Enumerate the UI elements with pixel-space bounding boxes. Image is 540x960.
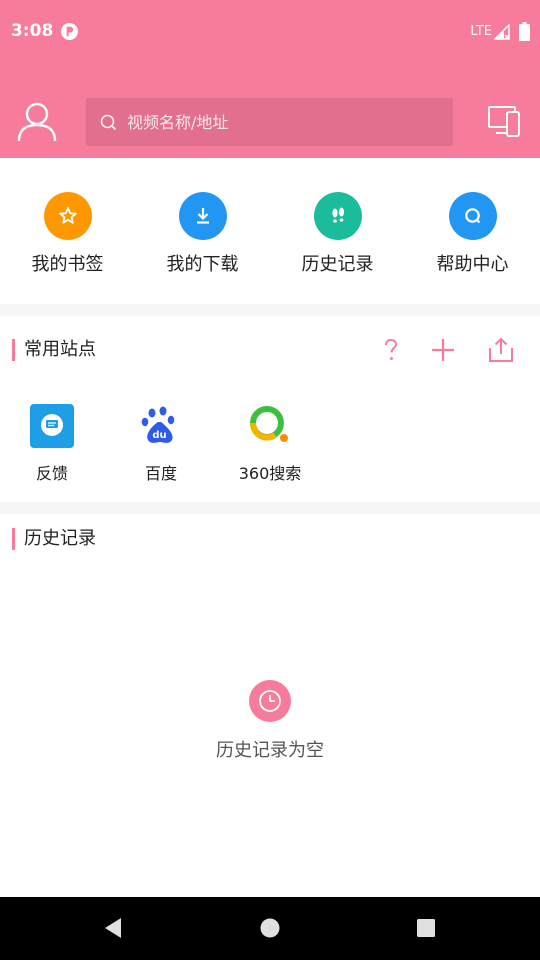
add-site-icon[interactable] bbox=[429, 336, 457, 364]
feedback-icon bbox=[30, 404, 74, 448]
download-icon bbox=[178, 192, 227, 240]
help-center-label: 帮助中心 bbox=[436, 254, 509, 275]
help-search-icon bbox=[448, 192, 497, 240]
downloads-button[interactable]: 我的下载 bbox=[135, 192, 270, 276]
site-feedback[interactable]: 反馈 bbox=[12, 404, 92, 484]
signal-icon bbox=[494, 24, 510, 40]
home-icon[interactable] bbox=[257, 915, 283, 941]
system-nav-bar bbox=[0, 897, 540, 960]
footprints-icon bbox=[313, 192, 362, 240]
history-label: 历史记录 bbox=[301, 254, 374, 275]
history-section-title: 历史记录 bbox=[12, 528, 96, 550]
clock-empty-icon bbox=[249, 680, 291, 722]
back-icon[interactable] bbox=[100, 915, 126, 941]
app-notification-icon bbox=[60, 22, 79, 41]
bookmarks-button[interactable]: 我的书签 bbox=[0, 192, 135, 276]
frequent-sites-section: 常用站点 反馈 du 百度 360搜索 bbox=[0, 316, 540, 502]
site-360-search[interactable]: 360搜索 bbox=[230, 404, 310, 484]
network-type: LTE bbox=[470, 24, 492, 39]
recents-icon[interactable] bbox=[413, 915, 439, 941]
user-profile-icon[interactable] bbox=[16, 100, 58, 144]
search-icon bbox=[100, 114, 117, 130]
bookmark-star-icon bbox=[43, 192, 92, 240]
help-center-button[interactable]: 帮助中心 bbox=[405, 192, 540, 276]
history-empty-text: 历史记录为空 bbox=[216, 740, 324, 761]
battery-icon bbox=[519, 22, 530, 41]
history-section: 历史记录 历史记录为空 bbox=[0, 514, 540, 897]
360-search-icon bbox=[250, 406, 288, 442]
status-time: 3:08 bbox=[11, 21, 54, 41]
bookmarks-label: 我的书签 bbox=[31, 254, 104, 275]
app-screen: 3:08 LTE 视频名称/地址 我的书签 我的下载 历史记录 帮助中心 常用站… bbox=[0, 0, 540, 960]
sites-section-title: 常用站点 bbox=[12, 339, 96, 361]
history-button[interactable]: 历史记录 bbox=[270, 192, 405, 276]
search-input[interactable] bbox=[125, 111, 429, 133]
header: 3:08 LTE bbox=[0, 0, 540, 158]
site-baidu[interactable]: du 百度 bbox=[121, 404, 201, 484]
quick-actions: 我的书签 我的下载 历史记录 帮助中心 bbox=[0, 158, 540, 304]
status-bar: 3:08 LTE bbox=[0, 0, 540, 64]
svg-text:du: du bbox=[152, 430, 166, 441]
cast-devices-icon[interactable] bbox=[487, 104, 521, 138]
site-360-search-name: 360搜索 bbox=[238, 464, 302, 483]
share-export-icon[interactable] bbox=[487, 336, 515, 364]
site-feedback-name: 反馈 bbox=[35, 464, 68, 483]
help-question-icon[interactable] bbox=[377, 336, 405, 364]
baidu-icon: du bbox=[141, 406, 175, 443]
site-baidu-name: 百度 bbox=[144, 464, 177, 483]
downloads-label: 我的下载 bbox=[166, 254, 239, 275]
search-bar[interactable] bbox=[86, 98, 453, 146]
